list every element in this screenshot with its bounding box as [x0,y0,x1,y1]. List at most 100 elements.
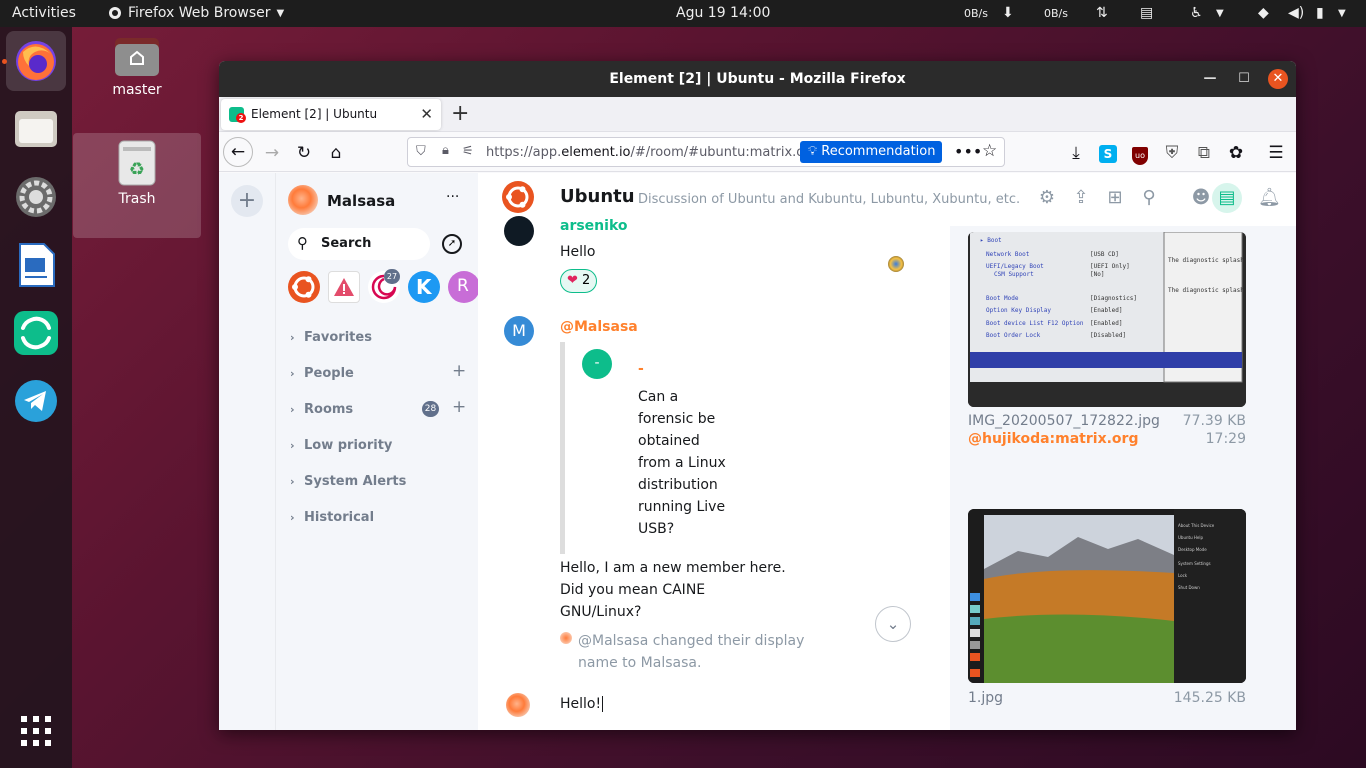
add-people-button[interactable]: + [452,361,466,381]
message-sender[interactable]: arseniko [560,218,628,234]
page-actions-icon[interactable]: ••• [954,142,982,161]
share-icon[interactable]: ⇪ [1070,187,1092,209]
user-name[interactable]: Malsasa [327,192,395,210]
dock-telegram[interactable] [6,371,66,431]
skype-extension-icon[interactable]: S [1095,140,1121,166]
bookmark-star-icon[interactable]: ☆ [982,141,997,161]
section-low-priority[interactable]: › Low priority [290,438,392,453]
activities-button[interactable]: Activities [12,5,76,21]
desktop-home-folder[interactable]: master [73,36,201,106]
battery-icon[interactable]: ▮ [1316,5,1324,21]
section-system-alerts[interactable]: › System Alerts [290,474,406,489]
tab-element[interactable]: 2 Element [2] | Ubuntu ✕ [221,99,441,130]
recent-room-kde[interactable]: K [408,271,440,303]
create-space-button[interactable]: + [231,185,263,217]
volume-icon[interactable]: ◀) [1288,5,1304,21]
user-menu-icon[interactable]: ··· [446,189,459,205]
reaction-heart[interactable]: ❤ 2 [560,269,598,293]
forward-button[interactable]: → [259,140,285,166]
room-avatar[interactable] [502,181,534,213]
section-historical[interactable]: › Historical [290,510,374,525]
file-thumbnail-bios[interactable]: ▸ Boot Network Boot UEFI/Legacy Boot CSM… [968,232,1246,407]
section-rooms[interactable]: › Rooms [290,402,353,417]
members-icon[interactable]: ☻ [1190,187,1212,209]
files-panel: ▸ Boot Network Boot UEFI/Legacy Boot CSM… [950,226,1296,730]
dock-libreoffice-writer[interactable] [6,235,66,295]
lock-icon[interactable]: 🔒︎ [442,143,449,158]
recent-room-alerts[interactable] [328,271,360,303]
downloads-icon[interactable]: ⤓ [1063,140,1089,166]
extension-icon[interactable]: ⧉ [1191,140,1217,166]
svg-text:[Enabled]: [Enabled] [1090,320,1123,327]
section-people[interactable]: › People [290,366,354,381]
malsasa-avatar[interactable]: M [504,316,534,346]
accessibility-icon[interactable]: ♿ [1190,5,1203,21]
gear-icon [16,177,56,217]
tab-bar: 2 Element [2] | Ubuntu ✕ + [219,97,1296,132]
message-input[interactable]: Hello! [560,696,604,712]
room-search[interactable]: ⚲ Search [288,228,430,260]
room-name[interactable]: Ubuntu [560,186,635,207]
recent-room-ubuntu[interactable] [288,271,320,303]
dock-files[interactable] [6,99,66,159]
explore-compass-icon[interactable]: ➚ [442,234,462,254]
gnome-extension-icon[interactable]: ✿ [1223,140,1249,166]
clock[interactable]: Agu 19 14:00 [676,5,770,21]
arseniko-avatar[interactable] [504,216,534,246]
chevron-down-icon: ▼ [1216,8,1224,19]
svg-text:▸ Boot: ▸ Boot [980,237,1002,244]
read-receipt-avatar[interactable] [888,256,904,272]
room-settings-icon[interactable]: ⚙ [1036,187,1058,209]
app-menu[interactable]: Firefox Web Browser ▼ [108,5,284,21]
hamburger-menu-icon[interactable]: ☰ [1263,140,1289,166]
quote-avatar[interactable]: - [582,349,612,379]
add-room-button[interactable]: + [452,397,466,417]
privacy-badger-icon[interactable]: ⛨ [1159,140,1185,166]
file-name[interactable]: 1.jpg [968,690,1003,706]
ublock-icon[interactable]: uo [1127,140,1153,166]
close-tab-icon[interactable]: ✕ [420,105,433,123]
minimize-button[interactable]: — [1200,69,1220,89]
back-button[interactable]: ← [223,137,253,167]
user-avatar[interactable] [288,185,318,215]
net-up-speed: 0B/s [1044,7,1068,20]
dock-settings[interactable] [6,167,66,227]
room-list-panel: Malsasa ··· ⚲ Search ➚ 27 K R › Favorite… [275,173,480,730]
jump-to-bottom-button[interactable]: ⌄ [875,606,911,642]
search-room-icon[interactable]: ⚲ [1138,187,1160,209]
close-window-button[interactable]: ✕ [1268,69,1288,89]
desktop-trash[interactable]: ♻ Trash [73,133,201,238]
top-bar: Activities Firefox Web Browser ▼ Agu 19 … [0,0,1366,27]
file-name[interactable]: IMG_20200507_172822.jpg [968,413,1160,429]
recommendation-button[interactable]: 💡︎ Recommendation [800,141,943,163]
notifications-bell-icon[interactable]: 🔔︎ [1258,187,1281,209]
svg-text:The diagnostic splash: The diagnostic splash [1168,257,1244,264]
maximize-button[interactable]: ☐ [1234,69,1254,89]
reload-button[interactable]: ↻ [291,140,317,166]
quote-sender[interactable]: - [638,361,644,377]
message-sender[interactable]: @Malsasa [560,319,638,335]
room-topic[interactable]: Discussion of Ubuntu and Kubuntu, Lubunt… [638,192,1020,207]
show-applications-button[interactable] [6,701,66,761]
window-titlebar[interactable]: Element [2] | Ubuntu - Mozilla Firefox —… [219,61,1296,97]
dock-firefox[interactable] [6,31,66,91]
shield-icon[interactable]: ⛉ [416,144,426,159]
dock-element[interactable] [6,303,66,363]
widgets-icon[interactable]: ⊞ [1104,187,1126,209]
url-text[interactable]: https://app.element.io/#/room/#ubuntu:ma… [486,145,818,160]
new-tab-button[interactable]: + [451,101,469,126]
svg-text:[No]: [No] [1090,271,1104,278]
section-favorites[interactable]: › Favorites [290,330,372,345]
files-icon[interactable]: ▤ [1212,183,1242,213]
file-thumbnail-landscape[interactable]: About This Device Ubuntu Help Desktop Mo… [968,509,1246,683]
desktop-trash-label: Trash [118,191,156,207]
wifi-icon[interactable]: ◆ [1258,5,1269,21]
permissions-icon[interactable]: ⚟ [462,144,474,159]
app-menu-label: Firefox Web Browser [128,5,271,21]
home-button[interactable]: ⌂ [323,140,349,166]
url-bar[interactable]: ⛉ 🔒︎ ⚟ https://app.element.io/#/room/#ub… [407,137,1005,167]
recent-room-more[interactable]: R [448,271,480,303]
clipboard-icon[interactable]: ▤ [1140,5,1153,21]
file-sender[interactable]: @hujikoda:matrix.org [968,431,1138,447]
alert-triangle-icon [334,278,354,296]
